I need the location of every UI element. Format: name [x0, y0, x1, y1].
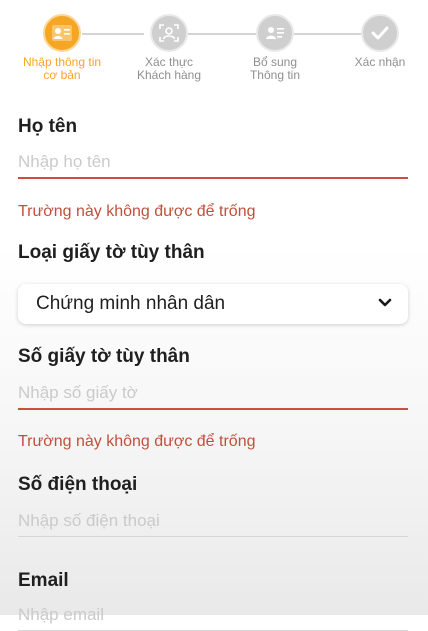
id-card-icon	[43, 14, 81, 52]
full-name-label: Họ tên	[18, 116, 78, 137]
face-scan-icon	[150, 14, 188, 52]
id-type-label: Loại giấy tờ tùy thân	[18, 242, 205, 263]
checkmark-icon	[361, 14, 399, 52]
email-input[interactable]	[18, 600, 408, 631]
full-name-error: Trường này không được để trống	[18, 203, 256, 220]
step-label: Xác nhận	[354, 55, 406, 69]
chevron-down-icon	[378, 295, 392, 313]
phone-label: Số điện thoại	[18, 474, 138, 495]
step-label: Nhập thông tin cơ bản	[22, 55, 102, 82]
step-verify-customer[interactable]: Xác thực Khách hàng	[114, 14, 224, 82]
id-number-error: Trường này không được để trống	[18, 433, 256, 450]
full-name-input[interactable]	[18, 147, 408, 179]
phone-input[interactable]	[18, 506, 408, 537]
step-label: Bổ sung Thông tin	[249, 55, 301, 82]
person-card-icon	[256, 14, 294, 52]
email-label: Email	[18, 570, 69, 591]
id-number-input[interactable]	[18, 378, 408, 410]
id-number-label: Số giấy tờ tùy thân	[18, 346, 190, 367]
step-additional-info[interactable]: Bổ sung Thông tin	[220, 14, 330, 82]
step-confirm[interactable]: Xác nhận	[325, 14, 428, 69]
id-type-selected: Chứng minh nhân dân	[36, 293, 226, 314]
id-type-select[interactable]: Chứng minh nhân dân	[18, 284, 408, 324]
step-basic-info[interactable]: Nhập thông tin cơ bản	[7, 14, 117, 82]
step-label: Xác thực Khách hàng	[136, 55, 202, 82]
progress-stepper: Nhập thông tin cơ bản Xác thực Khách hàn…	[0, 0, 428, 95]
